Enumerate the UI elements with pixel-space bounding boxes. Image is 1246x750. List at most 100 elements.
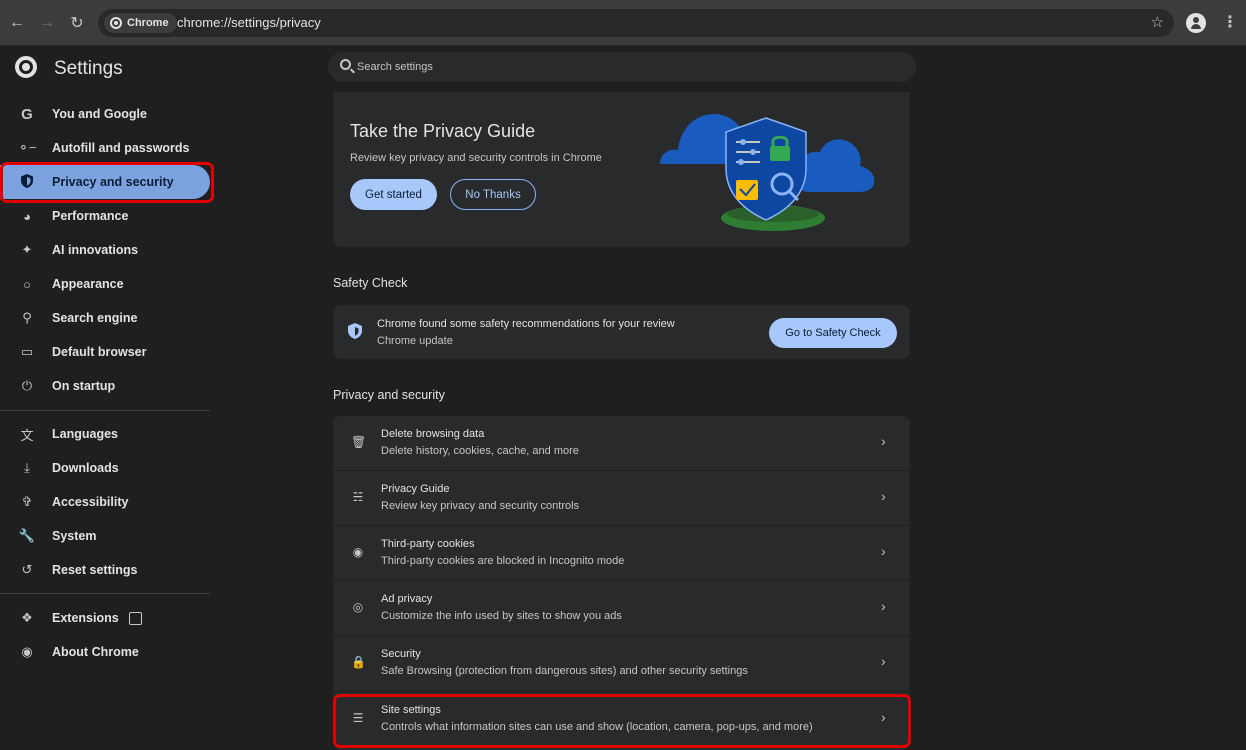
sidebar-item-label: Languages xyxy=(52,427,118,441)
sidebar-item-system[interactable]: 🔧 System xyxy=(0,519,210,553)
accessibility-icon: ✞ xyxy=(21,494,33,509)
reset-icon: ↺ xyxy=(21,562,33,577)
bookmark-star-icon[interactable]: ☆ xyxy=(1151,13,1164,31)
sidebar-item-search-engine[interactable]: ⚲ Search engine xyxy=(0,301,210,335)
sidebar-item-ai-innovations[interactable]: ✦ AI innovations xyxy=(0,233,210,267)
address-bar[interactable]: Chrome chrome://settings/privacy ☆ xyxy=(98,9,1174,37)
sidebar-item-on-startup[interactable]: ⏻ On startup xyxy=(0,369,210,403)
row-title: Third-party cookies xyxy=(381,538,475,550)
no-thanks-button[interactable]: No Thanks xyxy=(450,179,536,210)
sidebar-item-extensions[interactable]: ❖ Extensions xyxy=(0,601,210,635)
ad-target-icon: ◎ xyxy=(352,600,364,614)
sparkle-icon: ✦ xyxy=(21,242,33,257)
search-box[interactable] xyxy=(328,52,916,82)
security-row[interactable]: 🔒 Security Safe Browsing (protection fro… xyxy=(333,636,910,692)
url-text[interactable]: chrome://settings/privacy xyxy=(177,15,321,30)
palette-icon: ○ xyxy=(23,276,31,292)
search-input[interactable] xyxy=(357,52,897,82)
chrome-icon: ◉ xyxy=(21,644,33,659)
row-subtitle: Third-party cookies are blocked in Incog… xyxy=(381,555,625,567)
safety-check-section-title: Safety Check xyxy=(333,276,408,290)
row-subtitle: Delete history, cookies, cache, and more xyxy=(381,445,579,457)
trash-icon: 🗑 xyxy=(351,435,367,449)
chrome-logo-icon xyxy=(15,56,37,78)
speedometer-icon: ◕ xyxy=(23,208,31,224)
sidebar-item-label: Appearance xyxy=(52,277,124,291)
row-subtitle: Customize the info used by sites to show… xyxy=(381,610,622,622)
row-title: Privacy Guide xyxy=(381,483,450,495)
search-icon: ⚲ xyxy=(22,310,32,325)
settings-header: Settings xyxy=(0,46,1246,92)
lock-icon: 🔒 xyxy=(351,655,366,669)
puzzle-icon: ❖ xyxy=(21,610,33,625)
sidebar-item-label: AI innovations xyxy=(52,243,139,257)
chevron-right-icon: › xyxy=(881,433,886,449)
sidebar-item-you-and-google[interactable]: G You and Google xyxy=(0,97,210,131)
sidebar-item-autofill[interactable]: ⚬− Autofill and passwords xyxy=(0,131,210,165)
sidebar-item-label: Reset settings xyxy=(52,563,138,577)
page-title: Settings xyxy=(54,58,123,79)
privacy-guide-title: Take the Privacy Guide xyxy=(350,121,536,141)
safety-check-subtitle: Chrome update xyxy=(377,335,453,347)
privacy-section-title: Privacy and security xyxy=(333,388,445,402)
reload-icon[interactable]: ↻ xyxy=(67,13,87,33)
privacy-guide-illustration xyxy=(660,114,875,231)
highlight-annotation xyxy=(0,162,214,203)
sidebar-item-about-chrome[interactable]: ◉ About Chrome xyxy=(0,635,210,669)
sidebar-item-label: Performance xyxy=(52,209,129,223)
chevron-right-icon: › xyxy=(881,543,886,559)
chevron-right-icon: › xyxy=(881,653,886,669)
privacy-guide-row[interactable]: ☵ Privacy Guide Review key privacy and s… xyxy=(333,471,910,526)
sidebar-item-accessibility[interactable]: ✞ Accessibility xyxy=(0,485,210,519)
sidebar-item-label: Extensions xyxy=(52,611,119,625)
row-title: Security xyxy=(381,648,421,660)
wrench-icon: 🔧 xyxy=(18,528,36,543)
privacy-guide-card: Take the Privacy Guide Review key privac… xyxy=(333,92,910,247)
sidebar-item-label: Search engine xyxy=(52,311,138,325)
site-chip-label: Chrome xyxy=(127,17,169,29)
safety-check-card: Chrome found some safety recommendations… xyxy=(333,305,910,359)
google-icon: G xyxy=(21,105,33,123)
third-party-cookies-row[interactable]: ◉ Third-party cookies Third-party cookie… xyxy=(333,526,910,581)
more-menu-icon[interactable]: ⋮ xyxy=(1222,12,1238,32)
sidebar-item-label: Default browser xyxy=(52,345,147,359)
row-subtitle: Safe Browsing (protection from dangerous… xyxy=(381,665,748,677)
go-to-safety-check-button[interactable]: Go to Safety Check xyxy=(769,318,897,348)
download-icon: ⤓ xyxy=(24,460,30,475)
sidebar-item-appearance[interactable]: ○ Appearance xyxy=(0,267,210,301)
highlight-annotation xyxy=(333,694,911,748)
chevron-right-icon: › xyxy=(881,598,886,614)
sidebar-item-languages[interactable]: 文 Languages xyxy=(0,417,210,451)
forward-arrow-icon[interactable]: → xyxy=(37,13,57,33)
power-icon: ⏻ xyxy=(21,378,33,393)
get-started-button[interactable]: Get started xyxy=(350,179,437,210)
chrome-logo-icon xyxy=(110,17,122,29)
safety-check-title: Chrome found some safety recommendations… xyxy=(377,318,675,330)
sidebar-divider xyxy=(0,410,210,411)
delete-browsing-data-row[interactable]: 🗑 Delete browsing data Delete history, c… xyxy=(333,416,910,471)
sidebar-item-reset-settings[interactable]: ↺ Reset settings xyxy=(0,553,210,587)
sidebar-item-default-browser[interactable]: ▭ Default browser xyxy=(0,335,210,369)
row-title: Ad privacy xyxy=(381,593,433,605)
site-chip[interactable]: Chrome xyxy=(104,13,177,33)
sidebar-item-performance[interactable]: ◕ Performance xyxy=(0,199,210,233)
chevron-right-icon: › xyxy=(881,488,886,504)
sidebar-item-label: About Chrome xyxy=(52,645,139,659)
profile-avatar-icon[interactable] xyxy=(1186,13,1206,33)
sidebar-item-downloads[interactable]: ⤓ Downloads xyxy=(0,451,210,485)
external-link-icon xyxy=(129,611,142,625)
ad-privacy-row[interactable]: ◎ Ad privacy Customize the info used by … xyxy=(333,581,910,636)
translate-icon: 文 xyxy=(20,427,34,443)
sidebar-item-label: You and Google xyxy=(52,107,147,121)
search-icon xyxy=(340,59,351,70)
row-title: Delete browsing data xyxy=(381,428,485,440)
key-icon: ⚬− xyxy=(18,140,37,155)
sidebar-divider xyxy=(0,593,210,594)
sidebar-item-label: On startup xyxy=(52,379,116,393)
signpost-icon: ☵ xyxy=(352,490,364,504)
sidebar-item-label: Downloads xyxy=(52,461,119,475)
back-arrow-icon[interactable]: ← xyxy=(7,13,27,33)
shield-icon xyxy=(348,323,362,339)
cookie-icon: ◉ xyxy=(352,545,364,559)
privacy-guide-description: Review key privacy and security controls… xyxy=(350,152,602,164)
